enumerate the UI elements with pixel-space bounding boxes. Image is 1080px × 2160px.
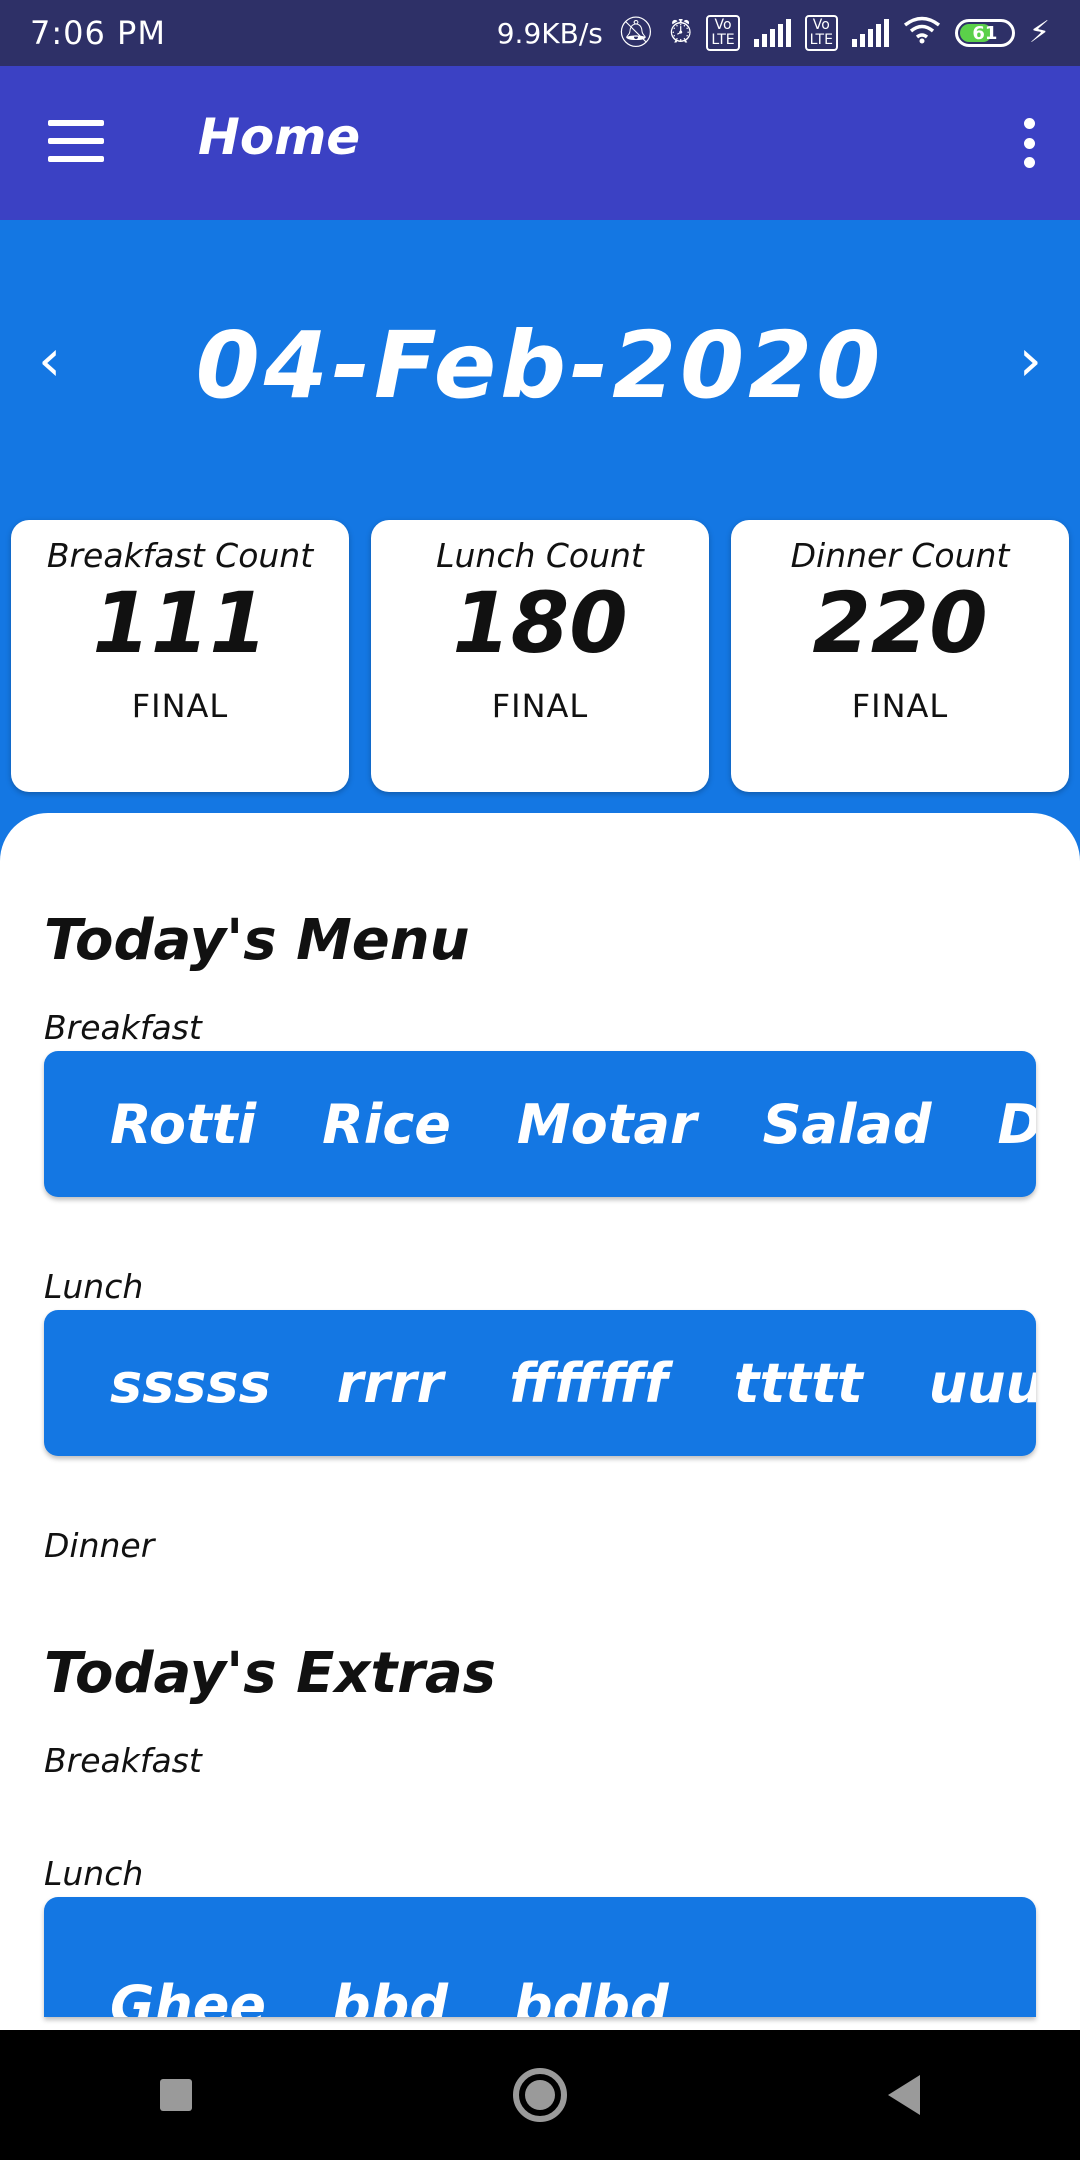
count-label: Breakfast Count [46,536,314,575]
wifi-icon [903,16,941,50]
menu-item: uuuuuu [928,1351,1036,1415]
network-speed: 9.9KB/s [496,16,603,50]
dinner-count-card[interactable]: Dinner Count 220 FINAL [731,520,1069,792]
extras-lunch-label: Lunch [44,1854,144,1893]
app-bar: Home [0,66,1080,220]
menu-breakfast-label: Breakfast [44,1008,202,1047]
content-sheet[interactable]: Today's Menu Breakfast Rotti Rice Motar … [0,813,1080,2030]
charging-icon: ⚡︎ [1028,15,1050,50]
extras-section-title: Today's Extras [44,1641,496,1706]
extra-item: bdbd [513,1974,669,2017]
signal-icon-2 [851,19,889,47]
home-button[interactable] [512,2068,567,2122]
status-icons: 9.9KB/s 🔕︎ ⏰︎ Vo LTE Vo LTE 61 ⚡︎ [496,15,1050,51]
current-date: 04-Feb-2020 [195,312,885,419]
menu-item: Motar [516,1092,697,1156]
lunch-count-card[interactable]: Lunch Count 180 FINAL [371,520,709,792]
menu-item: sssss [110,1351,271,1415]
back-button[interactable] [887,2075,920,2115]
volte-icon: Vo LTE [706,15,740,51]
menu-item: Rice [322,1092,451,1156]
count-cards: Breakfast Count 111 FINAL Lunch Count 18… [11,520,1069,792]
menu-item: ttttt [733,1351,863,1415]
status-bar: 7:06 PM 9.9KB/s 🔕︎ ⏰︎ Vo LTE Vo LTE 61 ⚡︎ [0,0,1080,66]
count-label: Dinner Count [790,536,1010,575]
menu-dinner-label: Dinner [44,1526,155,1565]
battery-icon: 61 [954,19,1015,47]
system-navigation-bar [0,2030,1080,2160]
volte-icon-2: Vo LTE [804,15,838,51]
mute-notification-icon: 🔕︎ [616,15,655,50]
menu-item: rrrr [336,1351,444,1415]
page-title: Home [198,108,361,166]
count-status: FINAL [131,687,229,726]
extra-item: Ghee [110,1974,267,2017]
breakfast-count-card[interactable]: Breakfast Count 111 FINAL [11,520,349,792]
menu-item: fffffff [509,1351,668,1415]
menu-lunch-label: Lunch [44,1267,144,1306]
count-value: 220 [812,574,988,672]
menu-section-title: Today's Menu [44,908,470,973]
alarm-icon: ⏰︎ [668,15,693,50]
count-status: FINAL [851,687,949,726]
more-options-icon[interactable] [1022,118,1036,168]
date-navigator: ‹ 04-Feb-2020 › [0,300,1080,430]
status-time: 7:06 PM [30,14,166,52]
battery-level: 61 [972,22,998,44]
lunch-menu-strip[interactable]: sssss rrrr fffffff ttttt uuuuuu [44,1310,1036,1456]
menu-item: Salad [762,1092,932,1156]
count-status: FINAL [491,687,589,726]
breakfast-menu-strip[interactable]: Rotti Rice Motar Salad Dall [44,1051,1036,1197]
menu-item: Rotti [110,1092,257,1156]
count-value: 111 [92,574,268,672]
signal-icon [753,19,791,47]
count-value: 180 [452,574,628,672]
extra-item: bbd [332,1974,448,2017]
menu-icon[interactable] [48,120,104,164]
extras-breakfast-label: Breakfast [44,1741,202,1780]
recents-button[interactable] [160,2079,193,2111]
count-label: Lunch Count [436,536,644,575]
next-date-button[interactable]: › [1019,326,1042,394]
lunch-extras-strip[interactable]: Ghee bbd bdbd [44,1897,1036,2017]
menu-item: Dall [998,1093,1036,1156]
